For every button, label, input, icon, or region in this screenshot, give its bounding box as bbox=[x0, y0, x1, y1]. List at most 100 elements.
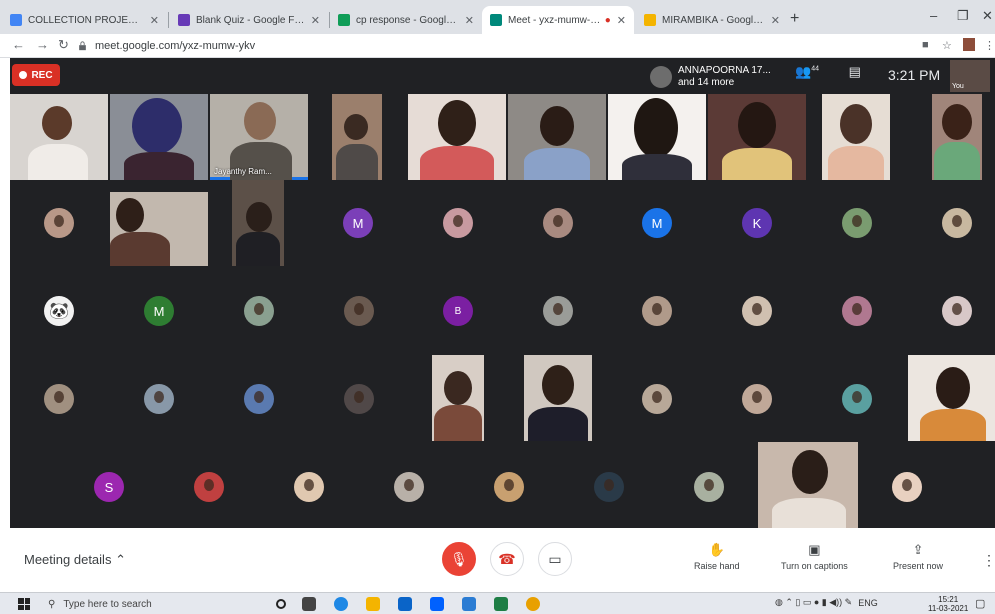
participant-avatar[interactable] bbox=[742, 296, 772, 326]
presenting-indicator[interactable]: ANNAPOORNA 17... and 14 more bbox=[650, 62, 771, 92]
close-icon[interactable]: ✕ bbox=[465, 14, 474, 27]
back-icon[interactable]: ← bbox=[12, 37, 25, 52]
participant-avatar-initial[interactable]: K bbox=[742, 208, 772, 238]
participant-avatar[interactable] bbox=[44, 384, 74, 414]
participant-avatar[interactable] bbox=[494, 472, 524, 502]
speaker-nametag: Jayanthy Ram... bbox=[214, 167, 272, 176]
meeting-details-button[interactable]: Meeting details ⌃ bbox=[24, 552, 126, 568]
tab-cp-response[interactable]: cp response - Google Sheets ✕ bbox=[330, 6, 482, 34]
minimize-icon[interactable]: – bbox=[930, 8, 937, 23]
participant-avatar[interactable] bbox=[842, 296, 872, 326]
menu-icon[interactable]: ⋮ bbox=[984, 39, 995, 52]
participant-video[interactable] bbox=[110, 192, 208, 266]
close-icon[interactable]: ✕ bbox=[617, 14, 626, 27]
participant-avatar[interactable] bbox=[942, 296, 972, 326]
more-options-icon[interactable]: ⋮ bbox=[982, 552, 995, 569]
participant-avatar[interactable] bbox=[842, 208, 872, 238]
leave-call-button[interactable]: ☎ bbox=[490, 542, 524, 576]
participant-avatar[interactable] bbox=[642, 384, 672, 414]
excel-icon[interactable] bbox=[494, 597, 508, 611]
camera-button[interactable]: ▭ bbox=[538, 542, 572, 576]
participant-video[interactable] bbox=[332, 94, 382, 180]
edge-icon[interactable] bbox=[334, 597, 348, 611]
tab-blank-quiz[interactable]: Blank Quiz - Google Forms ✕ bbox=[170, 6, 328, 34]
self-view-tile[interactable]: You bbox=[950, 60, 990, 92]
close-window-icon[interactable]: ✕ bbox=[982, 8, 993, 24]
new-tab-button[interactable]: + bbox=[790, 10, 799, 28]
participant-avatar-initial[interactable]: B bbox=[443, 296, 473, 326]
participant-avatar[interactable] bbox=[194, 472, 224, 502]
tab-meet[interactable]: Meet - yxz-mumw-ykv ● ✕ bbox=[482, 6, 634, 34]
tab-collection-project[interactable]: COLLECTION PROJECT - Google ✕ bbox=[2, 6, 167, 34]
participant-video[interactable] bbox=[758, 442, 858, 528]
file-explorer-icon[interactable] bbox=[366, 597, 380, 611]
participant-video[interactable] bbox=[408, 94, 506, 180]
present-now-button[interactable]: ⇪ Present now bbox=[893, 542, 943, 571]
participant-video[interactable] bbox=[432, 355, 484, 441]
participant-video[interactable] bbox=[908, 355, 995, 441]
participant-avatar[interactable] bbox=[344, 296, 374, 326]
maximize-icon[interactable]: ❐ bbox=[957, 8, 969, 24]
participant-avatar[interactable] bbox=[144, 384, 174, 414]
participant-video[interactable] bbox=[232, 180, 284, 266]
participant-video[interactable] bbox=[508, 94, 606, 180]
raise-hand-button[interactable]: ✋ Raise hand bbox=[694, 542, 740, 571]
camera-in-use-icon[interactable]: ■ bbox=[922, 39, 929, 51]
photos-icon[interactable] bbox=[462, 597, 476, 611]
tab-mirambika[interactable]: MIRAMBIKA - Google Slides ✕ bbox=[636, 6, 788, 34]
recording-dot-icon: ● bbox=[604, 14, 611, 26]
participant-video[interactable] bbox=[10, 94, 108, 180]
participant-avatar-initial[interactable]: M bbox=[144, 296, 174, 326]
participant-avatar[interactable] bbox=[443, 208, 473, 238]
participant-avatar[interactable] bbox=[694, 472, 724, 502]
taskbar-search-input[interactable]: ⚲ Type here to search bbox=[40, 595, 250, 613]
participant-video[interactable] bbox=[524, 355, 592, 441]
participant-avatar[interactable] bbox=[594, 472, 624, 502]
star-icon[interactable]: ☆ bbox=[942, 39, 952, 52]
participant-avatar[interactable] bbox=[294, 472, 324, 502]
participant-video[interactable] bbox=[110, 94, 208, 180]
participant-avatar-initial[interactable]: S bbox=[94, 472, 124, 502]
participant-avatar[interactable] bbox=[244, 384, 274, 414]
participant-avatar[interactable] bbox=[842, 384, 872, 414]
profile-avatar[interactable] bbox=[963, 38, 975, 51]
system-tray[interactable]: ◍ ⌃ ▯ ▭ ● ▮ ◀)) ✎ ENG bbox=[775, 597, 878, 608]
windows-start-icon[interactable] bbox=[18, 598, 30, 610]
participant-avatar[interactable] bbox=[394, 472, 424, 502]
taskbar-clock[interactable]: 15:21 11-03-2021 bbox=[928, 595, 968, 613]
participant-video[interactable] bbox=[708, 94, 806, 180]
task-view-icon[interactable] bbox=[302, 597, 316, 611]
participants-icon[interactable]: 👥44 bbox=[795, 64, 819, 79]
forward-icon[interactable]: → bbox=[36, 37, 49, 52]
participant-avatar-initial[interactable]: M bbox=[343, 208, 373, 238]
cortana-icon[interactable] bbox=[276, 599, 286, 609]
tab-label: COLLECTION PROJECT - Google bbox=[28, 14, 144, 26]
participant-avatar[interactable] bbox=[344, 384, 374, 414]
captions-button[interactable]: ▣ Turn on captions bbox=[781, 542, 848, 571]
notifications-icon[interactable]: ▢ bbox=[975, 597, 985, 610]
participant-video-speaking[interactable]: Jayanthy Ram... bbox=[210, 94, 308, 180]
participant-avatar[interactable] bbox=[44, 208, 74, 238]
participant-video[interactable] bbox=[932, 94, 982, 180]
participant-avatar-initial[interactable]: M bbox=[642, 208, 672, 238]
participant-avatar[interactable] bbox=[244, 296, 274, 326]
close-icon[interactable]: ✕ bbox=[771, 14, 780, 27]
panda-avatar[interactable]: 🐼 bbox=[44, 296, 74, 326]
participant-video[interactable] bbox=[608, 94, 706, 180]
participant-avatar[interactable] bbox=[892, 472, 922, 502]
mic-off-button[interactable]: 🎙 bbox=[442, 542, 476, 576]
url-input[interactable]: meet.google.com/yxz-mumw-ykv bbox=[78, 36, 908, 56]
participant-avatar[interactable] bbox=[642, 296, 672, 326]
participant-avatar[interactable] bbox=[543, 296, 573, 326]
participant-video[interactable] bbox=[822, 94, 890, 180]
participant-avatar[interactable] bbox=[742, 384, 772, 414]
chrome-icon[interactable] bbox=[526, 597, 540, 611]
store-icon[interactable] bbox=[398, 597, 412, 611]
dropbox-icon[interactable] bbox=[430, 597, 444, 611]
reload-icon[interactable]: ↻ bbox=[58, 37, 69, 53]
close-icon[interactable]: ✕ bbox=[150, 14, 159, 27]
participant-avatar[interactable] bbox=[942, 208, 972, 238]
participant-avatar[interactable] bbox=[543, 208, 573, 238]
close-icon[interactable]: ✕ bbox=[311, 14, 320, 27]
chat-icon[interactable]: ▤ bbox=[849, 64, 861, 79]
